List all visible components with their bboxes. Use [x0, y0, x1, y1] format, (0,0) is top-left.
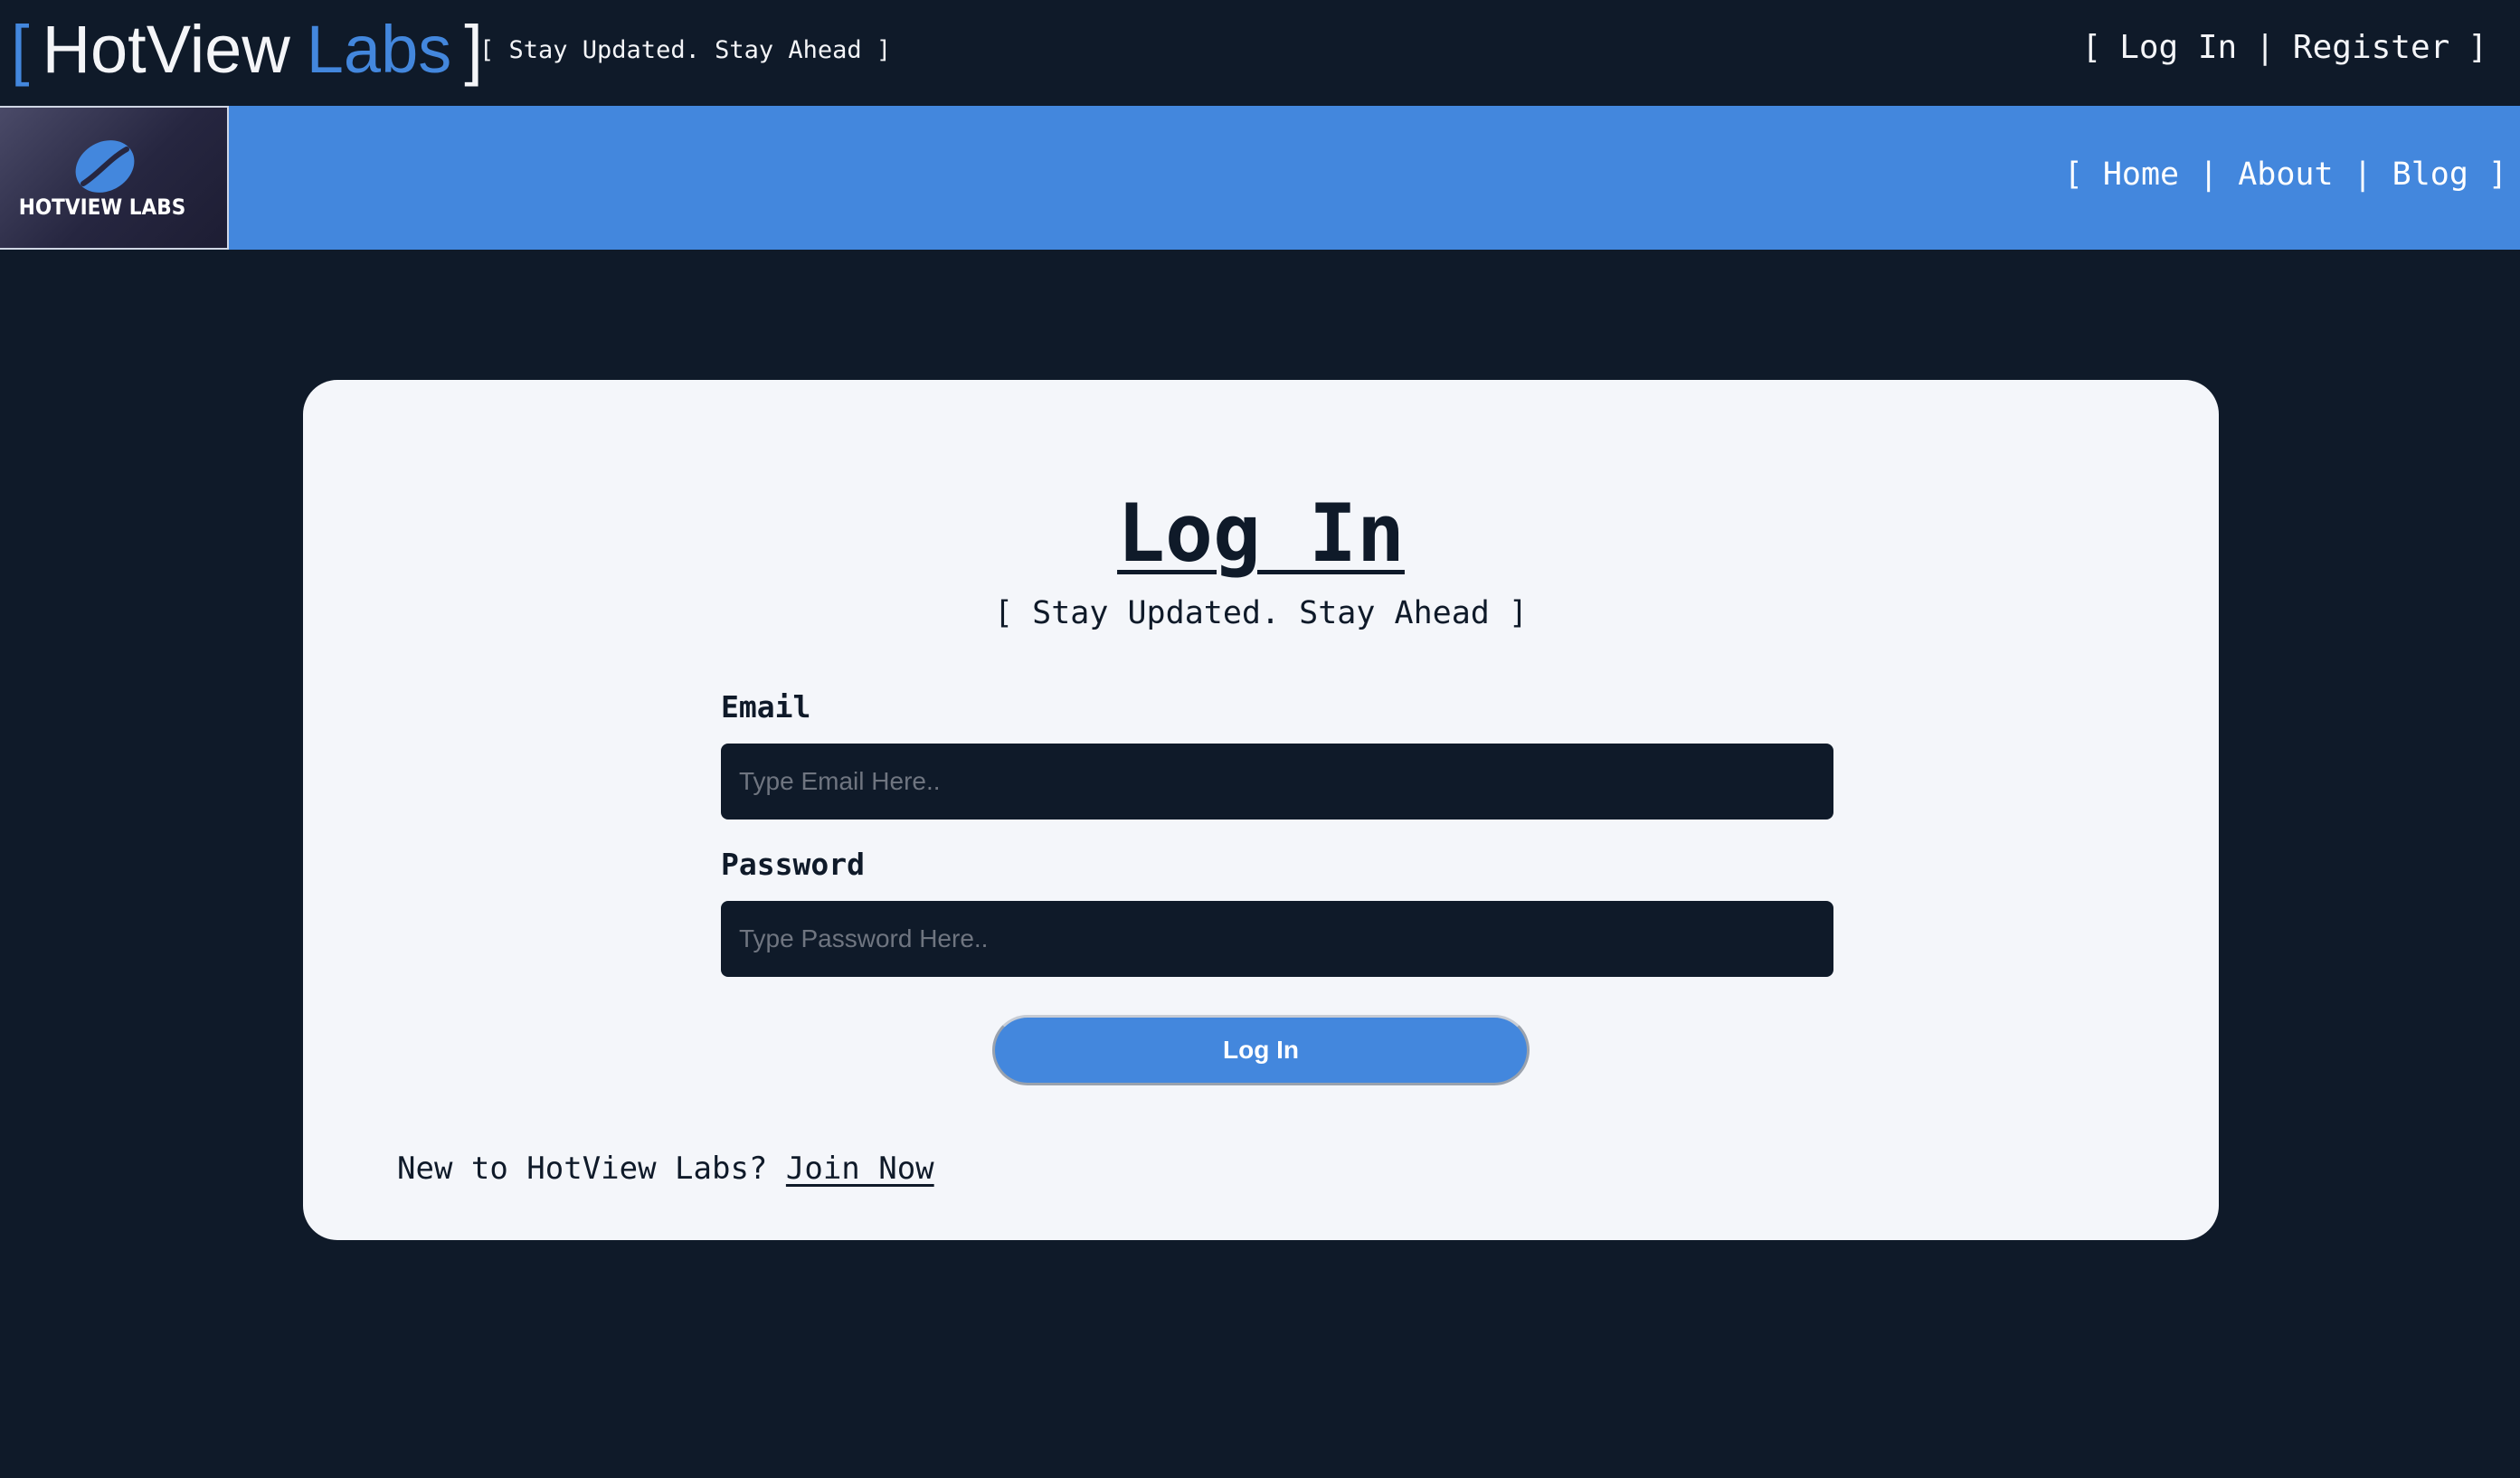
top-header: [ HotView Labs ] [ Stay Updated. Stay Ah… [0, 0, 2520, 106]
brand-wordmark[interactable]: [ HotView Labs ] [11, 13, 483, 87]
join-now-link[interactable]: Join Now [786, 1151, 934, 1187]
login-button[interactable]: Log In [992, 1015, 1530, 1085]
password-field[interactable] [721, 901, 1833, 977]
nav-open-bracket: [ [2063, 156, 2083, 193]
primary-nav: [ Home | About | Blog ] [2064, 156, 2507, 193]
nav-close-bracket: ] [2487, 156, 2507, 193]
auth-nav-open-bracket: [ [2081, 29, 2102, 66]
nav-separator: | [2353, 156, 2373, 193]
auth-nav-close-bracket: ] [2468, 29, 2487, 66]
nav-item-home[interactable]: Home [2103, 156, 2179, 193]
register-link[interactable]: Register [2293, 29, 2449, 66]
signup-prompt: New to HotView Labs? [397, 1151, 768, 1187]
auth-nav-separator: | [2255, 29, 2275, 66]
email-label: Email [721, 689, 811, 725]
brand-name-second: Labs [306, 12, 452, 87]
logo-text: HOTVIEW LABS [18, 194, 186, 220]
page-title: Log In [1117, 487, 1405, 580]
nav-separator: | [2199, 156, 2219, 193]
login-link[interactable]: Log In [2119, 29, 2237, 66]
header-tagline: [ Stay Updated. Stay Ahead ] [479, 36, 892, 64]
password-label: Password [721, 847, 865, 882]
nav-item-blog[interactable]: Blog [2392, 156, 2468, 193]
login-subtitle: [ Stay Updated. Stay Ahead ] [993, 595, 1528, 631]
login-card: Log In [ Stay Updated. Stay Ahead ] Emai… [303, 380, 2219, 1240]
brand-name-first: HotView [42, 12, 290, 87]
main-navbar: HOTVIEW LABS [ Home | About | Blog ] [0, 106, 2520, 250]
site-logo[interactable]: HOTVIEW LABS [0, 106, 229, 250]
brand-open-bracket: [ [11, 12, 30, 87]
nav-item-about[interactable]: About [2238, 156, 2333, 193]
email-field[interactable] [721, 744, 1833, 820]
signup-prompt-row: New to HotView Labs? Join Now [397, 1151, 934, 1187]
coffee-bean-icon [75, 140, 135, 193]
auth-nav: [ Log In | Register ] [2082, 29, 2488, 66]
